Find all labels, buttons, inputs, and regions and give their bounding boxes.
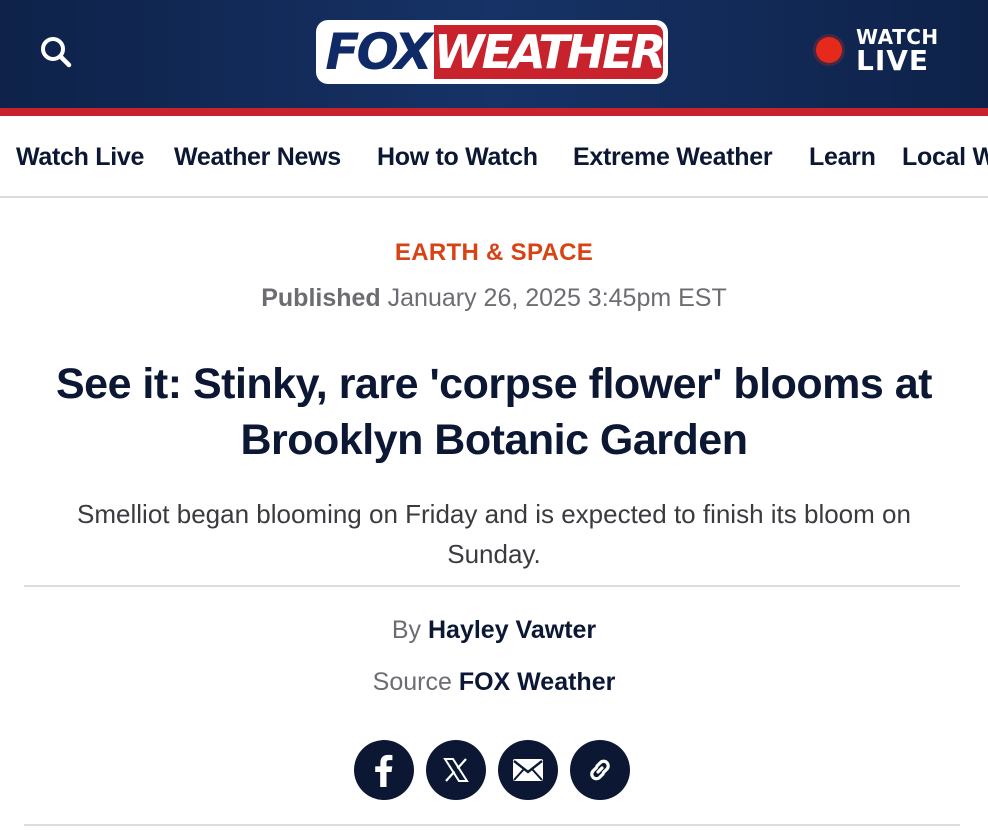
nav-item-watch-live[interactable]: Watch Live bbox=[16, 142, 144, 172]
live-dot-icon bbox=[816, 37, 842, 63]
nav-item-weather-news[interactable]: Weather News bbox=[174, 142, 341, 172]
nav-item-extreme-weather[interactable]: Extreme Weather bbox=[573, 142, 773, 172]
share-link-button[interactable] bbox=[570, 740, 630, 800]
header-red-stripe bbox=[0, 108, 988, 116]
live-label: LIVE bbox=[856, 44, 930, 77]
article-dek: Smelliot began blooming on Friday and is… bbox=[77, 499, 911, 569]
source-label: Source bbox=[372, 668, 452, 696]
email-icon bbox=[513, 759, 543, 781]
byline-label: By bbox=[391, 616, 422, 644]
divider-top bbox=[24, 585, 960, 587]
author-link[interactable]: Hayley Vawter bbox=[428, 616, 596, 644]
fox-weather-logo[interactable]: FOX WEATHER bbox=[316, 20, 668, 84]
share-x-button[interactable] bbox=[426, 740, 486, 800]
watch-live-button[interactable]: WATCH LIVE bbox=[816, 26, 940, 76]
share-facebook-button[interactable] bbox=[354, 740, 414, 800]
x-icon bbox=[443, 758, 469, 782]
article-category[interactable]: EARTH & SPACE bbox=[0, 238, 988, 268]
published-date-line: Published January 26, 2025 3:45pm EST bbox=[0, 283, 988, 313]
nav-item-how-to-watch[interactable]: How to Watch bbox=[377, 142, 538, 172]
logo-fox-text: FOX bbox=[321, 25, 434, 79]
link-icon bbox=[590, 759, 610, 781]
published-date: January 26, 2025 3:45pm EST bbox=[387, 284, 727, 312]
facebook-icon bbox=[375, 754, 393, 787]
source-line: Source FOX Weather bbox=[0, 666, 988, 698]
source-name: FOX Weather bbox=[458, 668, 616, 696]
divider-bottom bbox=[24, 824, 960, 826]
nav-item-local-weather[interactable]: Local W bbox=[902, 142, 988, 172]
logo-weather-text: WEATHER bbox=[433, 25, 666, 79]
share-email-button[interactable] bbox=[498, 740, 558, 800]
search-icon bbox=[41, 37, 72, 68]
article-headline: See it: Stinky, rare 'corpse flower' blo… bbox=[55, 360, 933, 464]
search-button[interactable] bbox=[34, 30, 78, 74]
site-header: FOX WEATHER WATCH LIVE bbox=[0, 0, 988, 108]
nav-item-learn[interactable]: Learn bbox=[809, 142, 876, 172]
main-nav: Watch Live Weather News How to Watch Ext… bbox=[0, 116, 988, 198]
byline: By Hayley Vawter bbox=[0, 614, 988, 646]
published-label: Published bbox=[261, 284, 381, 312]
